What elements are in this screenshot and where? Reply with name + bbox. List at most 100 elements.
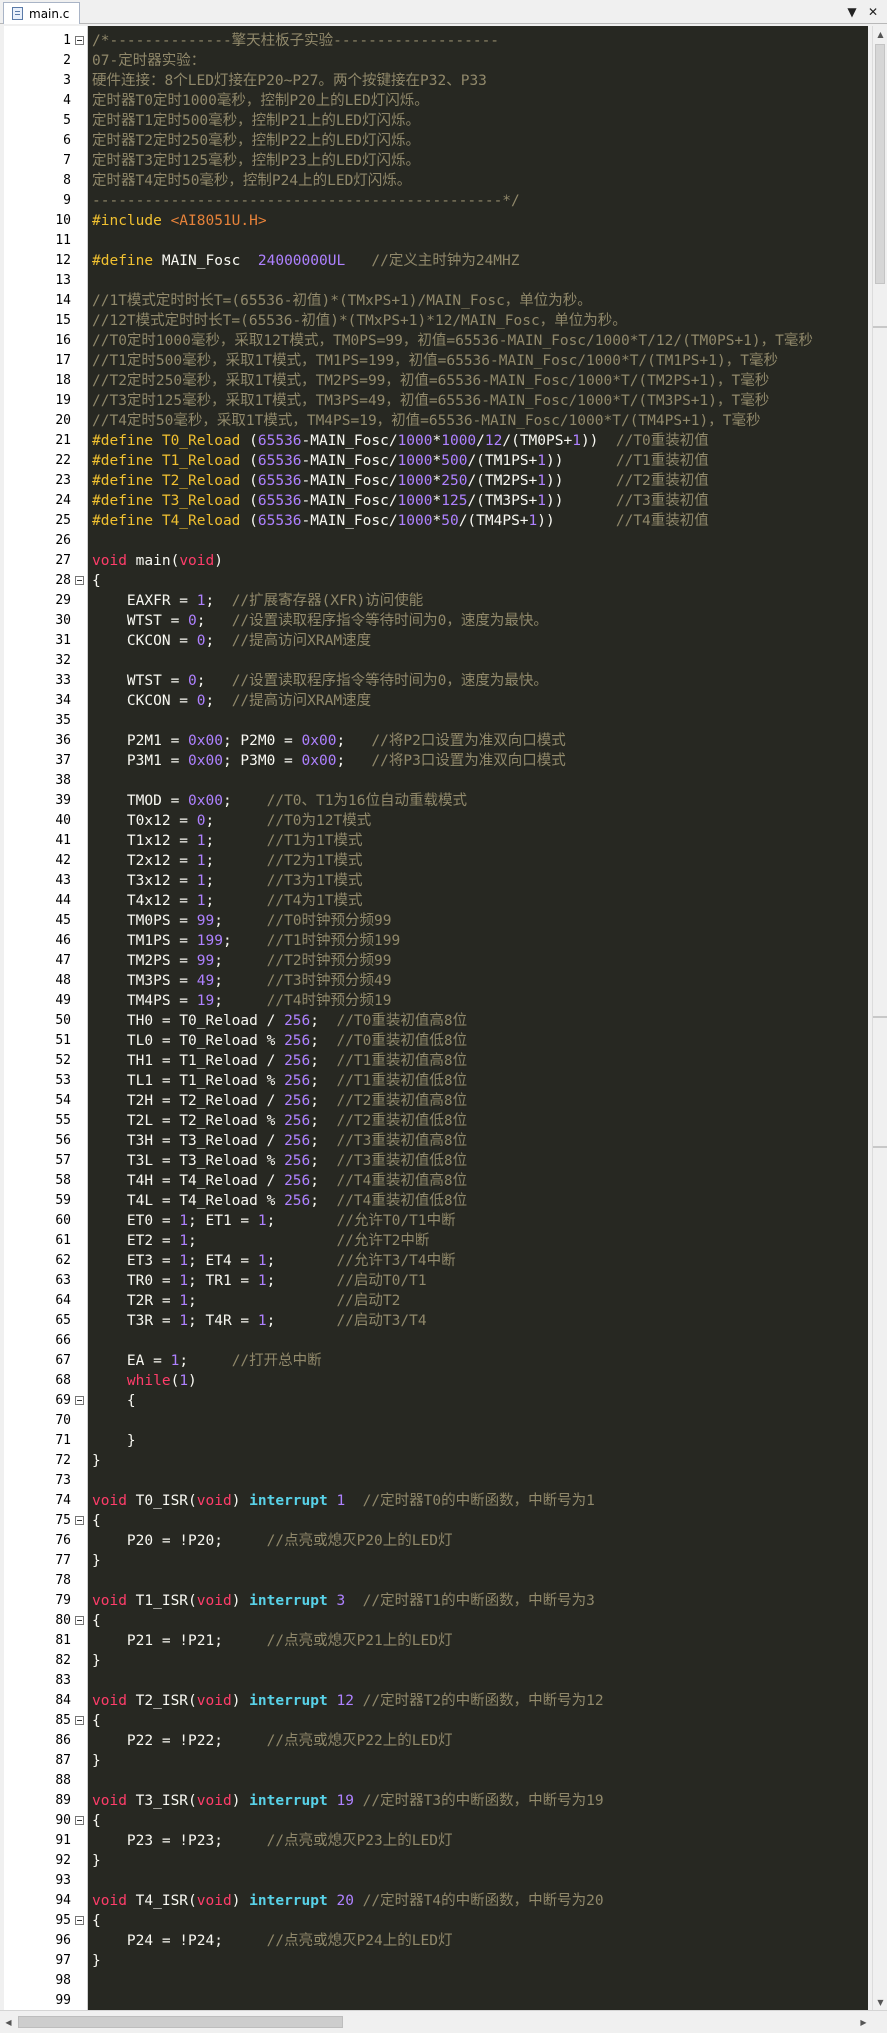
fold-toggle-icon[interactable] bbox=[75, 1916, 84, 1925]
code-line[interactable]: 49 TM4PS = 19; //T4时钟预分频19 bbox=[4, 991, 868, 1011]
vertical-scrollbar[interactable]: ▲ ▼ bbox=[872, 26, 887, 2010]
code-line[interactable]: 64 T2R = 1; //启动T2 bbox=[4, 1291, 868, 1311]
code-line[interactable]: 45 TM0PS = 99; //T0时钟预分频99 bbox=[4, 911, 868, 931]
code-line[interactable]: 47 TM2PS = 99; //T2时钟预分频99 bbox=[4, 951, 868, 971]
code-line[interactable]: 13 bbox=[4, 271, 868, 291]
code-line[interactable]: 57 T3L = T3_Reload % 256; //T3重装初值低8位 bbox=[4, 1151, 868, 1171]
code-line[interactable]: 33 WTST = 0; //设置读取程序指令等待时间为0，速度为最快。 bbox=[4, 671, 868, 691]
code-line[interactable]: 60 ET0 = 1; ET1 = 1; //允许T0/T1中断 bbox=[4, 1211, 868, 1231]
code-line[interactable]: 66 bbox=[4, 1331, 868, 1351]
code-line[interactable]: 29 EAXFR = 1; //扩展寄存器(XFR)访问使能 bbox=[4, 591, 868, 611]
code-line[interactable]: 63 TR0 = 1; TR1 = 1; //启动T0/T1 bbox=[4, 1271, 868, 1291]
scroll-up-arrow-icon[interactable]: ▲ bbox=[873, 26, 887, 42]
code-line[interactable]: 90 { bbox=[4, 1811, 868, 1831]
code-line[interactable]: 23 #define T2_Reload (65536-MAIN_Fosc/100… bbox=[4, 471, 868, 491]
code-line[interactable]: 15 //12T模式定时时长T=(65536-初值)*(TMxPS+1)*12/M… bbox=[4, 311, 868, 331]
code-line[interactable]: 80 { bbox=[4, 1611, 868, 1631]
code-line[interactable]: 71 } bbox=[4, 1431, 868, 1451]
scroll-right-arrow-icon[interactable]: ▶ bbox=[856, 2014, 871, 2030]
code-line[interactable]: 26 bbox=[4, 531, 868, 551]
code-line[interactable]: 54 T2H = T2_Reload / 256; //T2重装初值高8位 bbox=[4, 1091, 868, 1111]
code-line[interactable]: 12 #define MAIN_Fosc 24000000UL //定义主时钟为2… bbox=[4, 251, 868, 271]
code-line[interactable]: 32 bbox=[4, 651, 868, 671]
fold-toggle-icon[interactable] bbox=[75, 1396, 84, 1405]
code-line[interactable]: 44 T4x12 = 1; //T4为1T模式 bbox=[4, 891, 868, 911]
code-line[interactable]: 37 P3M1 = 0x00; P3M0 = 0x00; //将P3口设置为准双… bbox=[4, 751, 868, 771]
code-line[interactable]: 30 WTST = 0; //设置读取程序指令等待时间为0，速度为最快。 bbox=[4, 611, 868, 631]
code-line[interactable]: 93 bbox=[4, 1871, 868, 1891]
code-line[interactable]: 65 T3R = 1; T4R = 1; //启动T3/T4 bbox=[4, 1311, 868, 1331]
code-line[interactable]: 75 { bbox=[4, 1511, 868, 1531]
code-line[interactable]: 97} bbox=[4, 1951, 868, 1971]
close-tab-icon[interactable]: ✕ bbox=[864, 3, 882, 21]
code-line[interactable]: 77} bbox=[4, 1551, 868, 1571]
code-line[interactable]: 20 //T4定时50毫秒，采取1T模式，TM4PS=19，初值=65536-MA… bbox=[4, 411, 868, 431]
code-line[interactable]: 59 T4L = T4_Reload % 256; //T4重装初值低8位 bbox=[4, 1191, 868, 1211]
code-line[interactable]: 69 { bbox=[4, 1391, 868, 1411]
code-line[interactable]: 28 { bbox=[4, 571, 868, 591]
code-line[interactable]: 67 EA = 1; //打开总中断 bbox=[4, 1351, 868, 1371]
code-line[interactable]: 9 ---------------------------------------… bbox=[4, 191, 868, 211]
code-line[interactable]: 11 bbox=[4, 231, 868, 251]
code-line[interactable]: 17 //T1定时500毫秒，采取1T模式，TM1PS=199，初值=65536-… bbox=[4, 351, 868, 371]
fold-toggle-icon[interactable] bbox=[75, 1716, 84, 1725]
code-line[interactable]: 2 07-定时器实验： bbox=[4, 51, 868, 71]
fold-toggle-icon[interactable] bbox=[75, 1516, 84, 1525]
code-line[interactable]: 31 CKCON = 0; //提高访问XRAM速度 bbox=[4, 631, 868, 651]
code-line[interactable]: 58 T4H = T4_Reload / 256; //T4重装初值高8位 bbox=[4, 1171, 868, 1191]
fold-toggle-icon[interactable] bbox=[75, 1816, 84, 1825]
code-line[interactable]: 62 ET3 = 1; ET4 = 1; //允许T3/T4中断 bbox=[4, 1251, 868, 1271]
code-line[interactable]: 56 T3H = T3_Reload / 256; //T3重装初值高8位 bbox=[4, 1131, 868, 1151]
code-line[interactable]: 98 bbox=[4, 1971, 868, 1991]
code-line[interactable]: 72} bbox=[4, 1451, 868, 1471]
fold-toggle-icon[interactable] bbox=[75, 1616, 84, 1625]
code-line[interactable]: 10 #include <AI8051U.H> bbox=[4, 211, 868, 231]
code-line[interactable]: 96 P24 = !P24; //点亮或熄灭P24上的LED灯 bbox=[4, 1931, 868, 1951]
code-line[interactable]: 41 T1x12 = 1; //T1为1T模式 bbox=[4, 831, 868, 851]
horizontal-scrollbar[interactable]: ◀ ▶ bbox=[0, 2010, 887, 2033]
code-line[interactable]: 21 #define T0_Reload (65536-MAIN_Fosc/100… bbox=[4, 431, 868, 451]
code-line[interactable]: 4 定时器T0定时1000毫秒，控制P20上的LED灯闪烁。 bbox=[4, 91, 868, 111]
code-line[interactable]: 74 void T0_ISR(void) interrupt 1 //定时器T0的… bbox=[4, 1491, 868, 1511]
code-line[interactable]: 42 T2x12 = 1; //T2为1T模式 bbox=[4, 851, 868, 871]
code-line[interactable]: 1 /*--------------擎天柱板子实验----------------… bbox=[4, 31, 868, 51]
tab-list-dropdown-icon[interactable]: ▼ bbox=[843, 3, 861, 21]
code-line[interactable]: 73 bbox=[4, 1471, 868, 1491]
code-line[interactable]: 95 { bbox=[4, 1911, 868, 1931]
code-line[interactable]: 6 定时器T2定时250毫秒，控制P22上的LED灯闪烁。 bbox=[4, 131, 868, 151]
code-line[interactable]: 85 { bbox=[4, 1711, 868, 1731]
code-line[interactable]: 19 //T3定时125毫秒，采取1T模式，TM3PS=49，初值=65536-M… bbox=[4, 391, 868, 411]
code-line[interactable]: 5 定时器T1定时500毫秒，控制P21上的LED灯闪烁。 bbox=[4, 111, 868, 131]
code-line[interactable]: 14 //1T模式定时时长T=(65536-初值)*(TMxPS+1)/MAIN_… bbox=[4, 291, 868, 311]
code-line[interactable]: 78 bbox=[4, 1571, 868, 1591]
code-line[interactable]: 83 bbox=[4, 1671, 868, 1691]
code-line[interactable]: 53 TL1 = T1_Reload % 256; //T1重装初值低8位 bbox=[4, 1071, 868, 1091]
code-line[interactable]: 40 T0x12 = 0; //T0为12T模式 bbox=[4, 811, 868, 831]
code-line[interactable]: 35 bbox=[4, 711, 868, 731]
code-line[interactable]: 87} bbox=[4, 1751, 868, 1771]
fold-toggle-icon[interactable] bbox=[75, 36, 84, 45]
code-line[interactable]: 43 T3x12 = 1; //T3为1T模式 bbox=[4, 871, 868, 891]
code-line[interactable]: 94 void T4_ISR(void) interrupt 20 //定时器T4… bbox=[4, 1891, 868, 1911]
code-line[interactable]: 68 while(1) bbox=[4, 1371, 868, 1391]
code-line[interactable]: 51 TL0 = T0_Reload % 256; //T0重装初值低8位 bbox=[4, 1031, 868, 1051]
code-line[interactable]: 16 //T0定时1000毫秒，采取12T模式，TM0PS=99，初值=65536… bbox=[4, 331, 868, 351]
code-line[interactable]: 34 CKCON = 0; //提高访问XRAM速度 bbox=[4, 691, 868, 711]
code-line[interactable]: 70 bbox=[4, 1411, 868, 1431]
code-line[interactable]: 92} bbox=[4, 1851, 868, 1871]
code-line[interactable]: 79 void T1_ISR(void) interrupt 3 //定时器T1的… bbox=[4, 1591, 868, 1611]
vertical-scroll-thumb[interactable] bbox=[875, 44, 885, 284]
code-line[interactable]: 61 ET2 = 1; //允许T2中断 bbox=[4, 1231, 868, 1251]
code-line[interactable]: 88 bbox=[4, 1771, 868, 1791]
horizontal-scroll-thumb[interactable] bbox=[18, 2016, 343, 2028]
tab-main-c[interactable]: main.c bbox=[3, 2, 81, 24]
code-line[interactable]: 7 定时器T3定时125毫秒，控制P23上的LED灯闪烁。 bbox=[4, 151, 868, 171]
code-line[interactable]: 86 P22 = !P22; //点亮或熄灭P22上的LED灯 bbox=[4, 1731, 868, 1751]
code-line[interactable]: 18 //T2定时250毫秒，采取1T模式，TM2PS=99，初值=65536-M… bbox=[4, 371, 868, 391]
code-line[interactable]: 55 T2L = T2_Reload % 256; //T2重装初值低8位 bbox=[4, 1111, 868, 1131]
code-line[interactable]: 39 TMOD = 0x00; //T0、T1为16位自动重载模式 bbox=[4, 791, 868, 811]
code-line[interactable]: 82} bbox=[4, 1651, 868, 1671]
code-line[interactable]: 24 #define T3_Reload (65536-MAIN_Fosc/100… bbox=[4, 491, 868, 511]
code-line[interactable]: 81 P21 = !P21; //点亮或熄灭P21上的LED灯 bbox=[4, 1631, 868, 1651]
scroll-left-arrow-icon[interactable]: ◀ bbox=[1, 2014, 16, 2030]
